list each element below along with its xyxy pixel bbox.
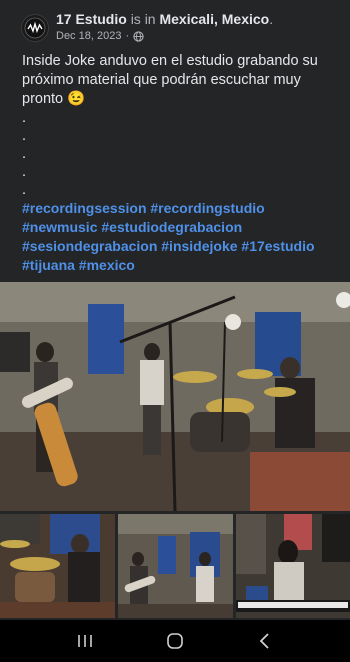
home-icon: [167, 633, 183, 649]
thumbnail-keyboard-image: [236, 514, 350, 618]
globe-icon: [133, 30, 144, 42]
back-button[interactable]: [245, 626, 285, 656]
page-avatar[interactable]: [21, 14, 49, 42]
period-text: .: [269, 11, 274, 27]
home-button[interactable]: [155, 626, 195, 656]
post-text: Inside Joke anduvo en el estudio graband…: [22, 52, 337, 199]
post-card: 17 Estudio is in Mexicali, Mexico. Dec 1…: [0, 0, 350, 620]
thumbnail-band-image: [118, 514, 233, 618]
recents-icon: [78, 635, 92, 647]
location-link[interactable]: Mexicali, Mexico: [159, 11, 269, 27]
post-date[interactable]: Dec 18, 2023: [56, 29, 121, 43]
wink-emoji: 😉: [67, 91, 86, 107]
system-navigation-bar: [0, 620, 350, 662]
dot-line: .: [22, 128, 27, 144]
dot-line: .: [22, 110, 27, 126]
hashtags[interactable]: #recordingsession #recordingstudio #newm…: [22, 199, 342, 275]
page-name-link[interactable]: 17 Estudio: [56, 11, 127, 27]
thumbnail-drummer-image: [0, 514, 115, 618]
thumbnail-photo-band[interactable]: [118, 514, 233, 618]
post-header: 17 Estudio is in Mexicali, Mexico. Dec 1…: [14, 6, 344, 48]
thumbnail-photo-drummer[interactable]: [0, 514, 115, 618]
thumbnail-photo-keyboard[interactable]: [236, 514, 350, 618]
recents-button[interactable]: [65, 626, 105, 656]
dot-line: .: [22, 146, 27, 162]
main-photo[interactable]: [0, 282, 350, 511]
is-in-text: is in: [130, 11, 156, 27]
back-icon: [259, 633, 269, 649]
meta-separator: ·: [125, 30, 130, 42]
logo-avatar-icon: [24, 17, 46, 39]
dot-line: .: [22, 164, 27, 180]
dot-line: .: [22, 182, 27, 198]
main-photo-image: [0, 282, 350, 511]
